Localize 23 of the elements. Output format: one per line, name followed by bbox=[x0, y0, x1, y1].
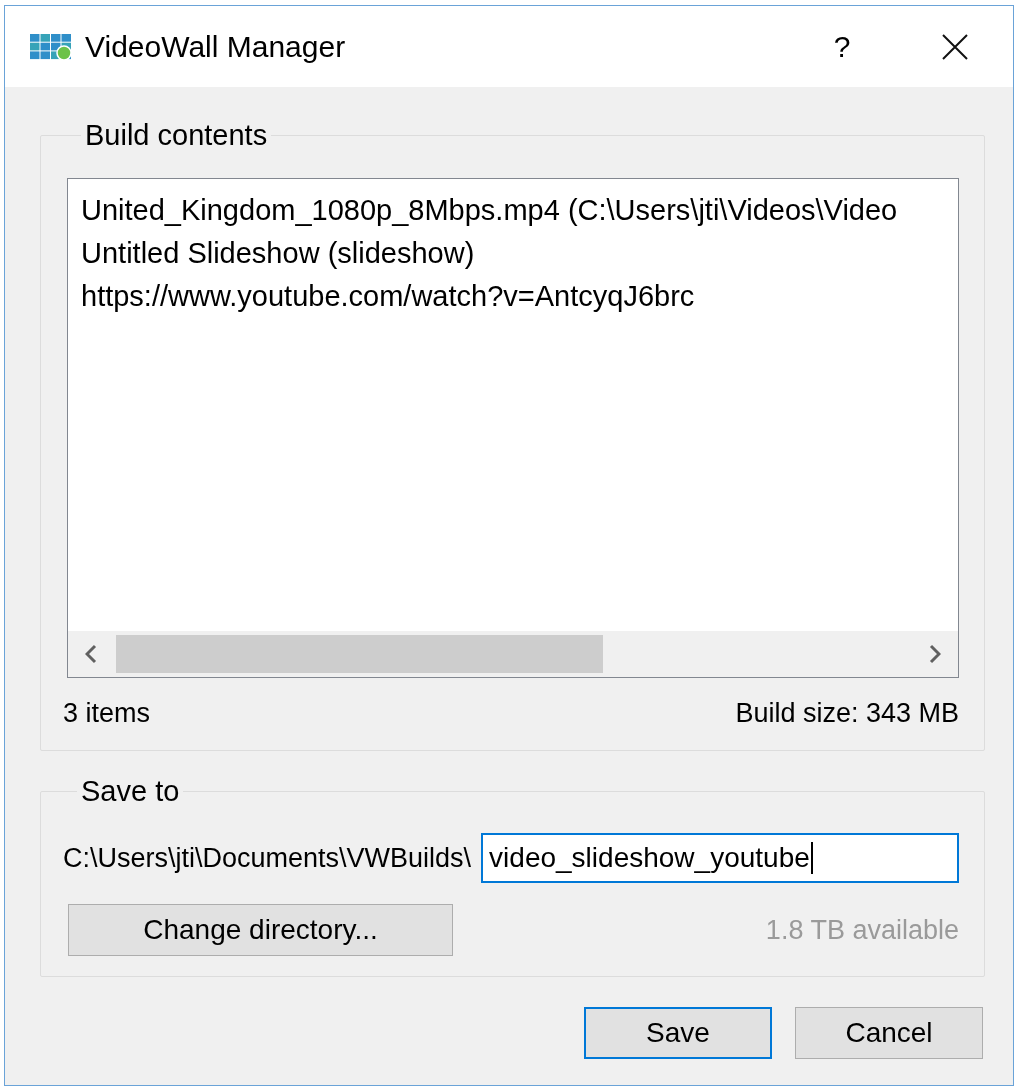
change-directory-button[interactable]: Change directory... bbox=[68, 904, 453, 956]
build-contents-list[interactable]: United_Kingdom_1080p_8Mbps.mp4 (C:\Users\jti\Videos\Video Untitled Slideshow (slideshow) https://www.youtube.com/watch?v=AntcyqJ6brc bbox=[67, 178, 959, 678]
list-item[interactable]: United_Kingdom_1080p_8Mbps.mp4 (C:\Users\jti\Videos\Video bbox=[81, 189, 898, 232]
window-title: VideoWall Manager bbox=[85, 28, 346, 65]
dialog-button[interactable]: Cancel bbox=[795, 1007, 983, 1059]
group-title: Build contents bbox=[84, 120, 269, 150]
available-space: 1.8 TB available bbox=[765, 914, 959, 947]
item-count: 3 items bbox=[63, 697, 151, 730]
build-size: Build size: 343 MB bbox=[735, 697, 959, 730]
list-item[interactable]: https://www.youtube.com/watch?v=AntcyqJ6brc bbox=[81, 275, 695, 318]
filename-field[interactable]: video_slideshow_youtube bbox=[481, 833, 959, 883]
dialog-button[interactable]: Save bbox=[584, 1007, 772, 1059]
close-icon bbox=[942, 33, 968, 60]
text-cursor-icon bbox=[810, 842, 813, 874]
list-item[interactable]: Untitled Slideshow (slideshow) bbox=[81, 232, 475, 275]
chevron-right-icon[interactable] bbox=[929, 644, 941, 664]
chevron-left-icon[interactable] bbox=[85, 644, 97, 664]
scrollbar-thumb[interactable] bbox=[116, 635, 603, 673]
help-button[interactable]: ? bbox=[812, 16, 872, 77]
group-title: Save to bbox=[80, 776, 181, 806]
tile-grid-icon bbox=[30, 33, 72, 60]
directory-path: C:\Users\jti\Documents\VWBuilds\ bbox=[63, 842, 472, 875]
horizontal-scrollbar[interactable] bbox=[68, 631, 958, 677]
